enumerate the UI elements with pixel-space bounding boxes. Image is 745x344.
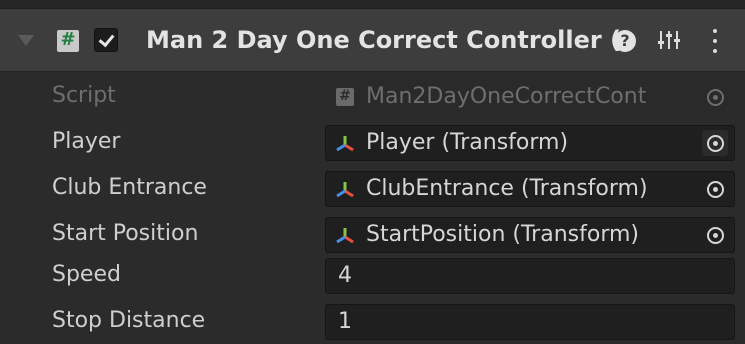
- help-icon[interactable]: ?: [614, 30, 636, 52]
- start-position-value: StartPosition (Transform): [366, 222, 639, 247]
- object-picker-icon[interactable]: [702, 222, 728, 248]
- player-value: Player (Transform): [366, 130, 569, 155]
- stop-distance-field[interactable]: 1: [325, 304, 735, 340]
- player-label: Player: [52, 129, 121, 154]
- script-value: Man2DayOneCorrectCont: [366, 84, 647, 109]
- start-position-label: Start Position: [52, 221, 199, 246]
- script-label: Script: [52, 83, 116, 108]
- component-title: Man 2 Day One Correct Controller (: [146, 26, 622, 54]
- component-header[interactable]: Man 2 Day One Correct Controller ( ?: [0, 8, 745, 72]
- start-position-row: Start Position StartPosition (Transform): [0, 211, 745, 257]
- kebab-menu-icon[interactable]: [710, 27, 720, 55]
- script-hash-icon: [57, 29, 79, 52]
- object-picker-icon[interactable]: [702, 130, 728, 156]
- inspector-top-border: [0, 0, 745, 8]
- speed-value: 4: [338, 263, 352, 288]
- player-field[interactable]: Player (Transform): [325, 125, 735, 161]
- stop-distance-label: Stop Distance: [52, 308, 206, 333]
- transform-icon: [336, 182, 354, 198]
- script-row: Script Man2DayOneCorrectCont: [0, 73, 745, 119]
- script-field: Man2DayOneCorrectCont: [325, 79, 735, 115]
- club-entrance-value: ClubEntrance (Transform): [366, 176, 648, 201]
- speed-field[interactable]: 4: [325, 258, 735, 294]
- stop-distance-value: 1: [338, 309, 352, 334]
- foldout-arrow-icon[interactable]: [18, 35, 34, 46]
- start-position-field[interactable]: StartPosition (Transform): [325, 217, 735, 253]
- presets-sliders-icon[interactable]: [657, 28, 681, 52]
- club-entrance-field[interactable]: ClubEntrance (Transform): [325, 171, 735, 207]
- component-enabled-checkbox[interactable]: [94, 28, 118, 52]
- object-picker-icon[interactable]: [702, 176, 728, 202]
- object-picker-icon: [702, 84, 728, 110]
- club-entrance-label: Club Entrance: [52, 175, 207, 200]
- transform-icon: [336, 228, 354, 244]
- speed-row: Speed 4: [0, 252, 745, 298]
- transform-icon: [336, 136, 354, 152]
- player-row: Player Player (Transform): [0, 119, 745, 165]
- stop-distance-row: Stop Distance 1: [0, 298, 745, 344]
- script-file-icon: [336, 87, 354, 106]
- speed-label: Speed: [52, 262, 121, 287]
- club-entrance-row: Club Entrance ClubEntrance (Transform): [0, 165, 745, 211]
